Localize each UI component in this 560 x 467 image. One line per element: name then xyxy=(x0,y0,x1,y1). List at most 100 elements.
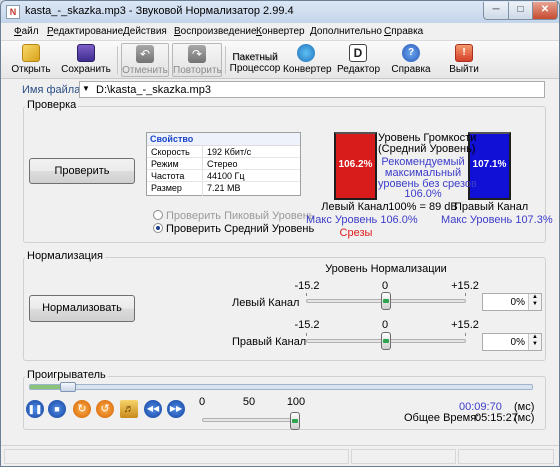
scale-max-label: +15.2 xyxy=(451,319,479,331)
right-channel-slider-thumb[interactable] xyxy=(381,332,391,350)
open-button[interactable]: Открыть xyxy=(9,43,53,77)
pause-icon[interactable]: ❚❚ xyxy=(26,400,44,418)
left-channel-meter: 106.2% xyxy=(334,132,377,200)
slider-tick xyxy=(306,293,307,296)
redo-icon: ↷ xyxy=(188,45,206,63)
editor-label: Редактор xyxy=(337,64,381,75)
property-value: 44100 Гц xyxy=(207,171,245,181)
exit-button[interactable]: ! Выйти xyxy=(445,43,483,77)
help-button[interactable]: ? Справка xyxy=(391,43,431,77)
minimize-button[interactable]: ─ xyxy=(483,2,509,20)
left-channel-value: 0% xyxy=(510,297,525,308)
menu-bar: Файл Редактирование Действия Воспроизвед… xyxy=(1,23,559,41)
scale-min-label: -15.2 xyxy=(294,280,320,292)
property-key: Частота xyxy=(151,171,185,181)
property-value: 192 Кбит/с xyxy=(207,147,252,157)
volume-label-100: 100 xyxy=(286,396,306,408)
total-time-unit: (мс) xyxy=(514,412,535,424)
volume-slider-thumb[interactable] xyxy=(290,412,300,430)
redo-button[interactable]: ↷ Повторить xyxy=(172,43,222,77)
next-icon[interactable]: ▶▶ xyxy=(167,400,185,418)
dropdown-arrow-icon[interactable]: ▼ xyxy=(82,84,90,93)
scale-mid-label: 0 xyxy=(381,280,389,292)
save-button[interactable]: Сохранить xyxy=(57,43,115,77)
volume-label-0: 0 xyxy=(198,396,206,408)
average-level-radio[interactable]: Проверить Средний Уровень xyxy=(153,223,314,235)
properties-header: Свойство xyxy=(147,133,300,146)
menu-extra-accel: Д xyxy=(310,26,317,37)
left-channel-slider-thumb[interactable] xyxy=(381,292,391,310)
seek-bar[interactable] xyxy=(29,384,533,390)
converter-button[interactable]: Конвертер xyxy=(283,43,332,77)
menu-converter-label: онвертер xyxy=(261,26,305,37)
converter-icon xyxy=(297,44,315,62)
menu-file[interactable]: Файл xyxy=(14,26,39,37)
volume-icon[interactable]: ♬ xyxy=(120,400,138,418)
undo-button[interactable]: ↶ Отменить xyxy=(121,43,169,77)
peak-level-label: Проверить Пиковый Уровень xyxy=(166,210,315,222)
menu-actions-label: ействия xyxy=(129,26,167,37)
right-max-level: Макс Уровень 107.3% xyxy=(441,214,553,226)
previous-icon[interactable]: ◀◀ xyxy=(144,400,162,418)
radio-circle-selected xyxy=(153,223,163,233)
menu-playback[interactable]: Воспроизведение xyxy=(174,26,257,37)
property-key: Режим xyxy=(151,159,179,169)
menu-playback-label: оспроизведение xyxy=(180,26,257,37)
status-cell xyxy=(4,449,349,464)
menu-help[interactable]: Справка xyxy=(384,26,423,37)
floppy-disk-icon xyxy=(77,44,95,62)
editor-button[interactable]: D Редактор xyxy=(337,43,381,77)
spin-arrows-icon[interactable]: ▲ ▼ xyxy=(528,294,541,310)
normalization-level-title: Уровень Нормализации xyxy=(325,263,447,275)
menu-file-label: айл xyxy=(21,26,39,37)
exit-label: Выйти xyxy=(449,64,479,75)
table-row: Частота 44100 Гц xyxy=(147,170,300,182)
window-title: kasta_-_skazka.mp3 - Звуковой Нормализат… xyxy=(25,5,294,17)
menu-help-label: правка xyxy=(391,26,424,37)
stop-icon[interactable]: ■ xyxy=(48,400,66,418)
right-channel-spinbox[interactable]: 0% ▲ ▼ xyxy=(482,333,542,351)
left-max-level: Макс Уровень 106.0% xyxy=(306,214,418,226)
undo-icon: ↶ xyxy=(136,45,154,63)
file-name-field[interactable]: ▼ D:\kasta_-_skazka.mp3 xyxy=(79,81,545,98)
repeat-icon[interactable]: ↺ xyxy=(96,400,114,418)
seek-thumb[interactable] xyxy=(60,382,77,392)
table-row: Размер 7.21 MB xyxy=(147,182,300,194)
close-button[interactable]: ✕ xyxy=(532,2,558,20)
loop-icon[interactable]: ↻ xyxy=(73,400,91,418)
spin-arrows-icon[interactable]: ▲ ▼ xyxy=(528,334,541,350)
undo-label: Отменить xyxy=(122,65,168,76)
maximize-button[interactable]: □ xyxy=(508,2,533,20)
property-key: Размер xyxy=(151,183,182,193)
menu-converter[interactable]: Конвертер xyxy=(256,26,305,37)
toolbar: Открыть Сохранить ↶ Отменить ↷ Повторить… xyxy=(1,41,559,79)
check-button[interactable]: Проверить xyxy=(29,158,135,184)
batch-label-line1: Пакетный xyxy=(232,52,278,63)
app-window: N kasta_-_skazka.mp3 - Звуковой Нормализ… xyxy=(0,0,560,467)
properties-table: Свойство Скорость 192 Кбит/с Режим Стерео … xyxy=(146,132,301,196)
total-time: 05:15:27 xyxy=(475,412,518,424)
file-name-value: D:\kasta_-_skazka.mp3 xyxy=(96,84,211,96)
slider-tick xyxy=(306,333,307,336)
menu-extra-label: ополнительно xyxy=(316,26,382,37)
menu-actions[interactable]: Действия xyxy=(123,26,167,37)
open-label: Открыть xyxy=(11,64,51,75)
converter-label: Конвертер xyxy=(283,64,332,75)
left-meter-value: 106.2% xyxy=(338,159,373,170)
folder-open-icon xyxy=(22,44,40,62)
scale-mid-label: 0 xyxy=(381,319,389,331)
left-channel-norm-label: Левый Канал xyxy=(232,297,300,309)
left-channel-spinbox[interactable]: 0% ▲ ▼ xyxy=(482,293,542,311)
batch-processor-button[interactable]: Пакетный Процессор xyxy=(229,42,281,76)
volume-slider-track[interactable] xyxy=(202,418,295,422)
save-label: Сохранить xyxy=(61,64,111,75)
menu-edit[interactable]: Редактирование xyxy=(47,26,123,37)
normalize-button[interactable]: Нормализовать xyxy=(29,295,135,322)
menu-playback-accel: В xyxy=(174,26,181,37)
editor-icon: D xyxy=(349,44,367,62)
menu-extra[interactable]: Дополнительно xyxy=(310,26,382,37)
peak-level-radio[interactable]: Проверить Пиковый Уровень xyxy=(153,210,315,222)
file-row: Имя файла: ▼ D:\kasta_-_skazka.mp3 xyxy=(1,81,559,99)
seek-progress xyxy=(30,385,61,389)
table-row: Режим Стерео xyxy=(147,158,300,170)
